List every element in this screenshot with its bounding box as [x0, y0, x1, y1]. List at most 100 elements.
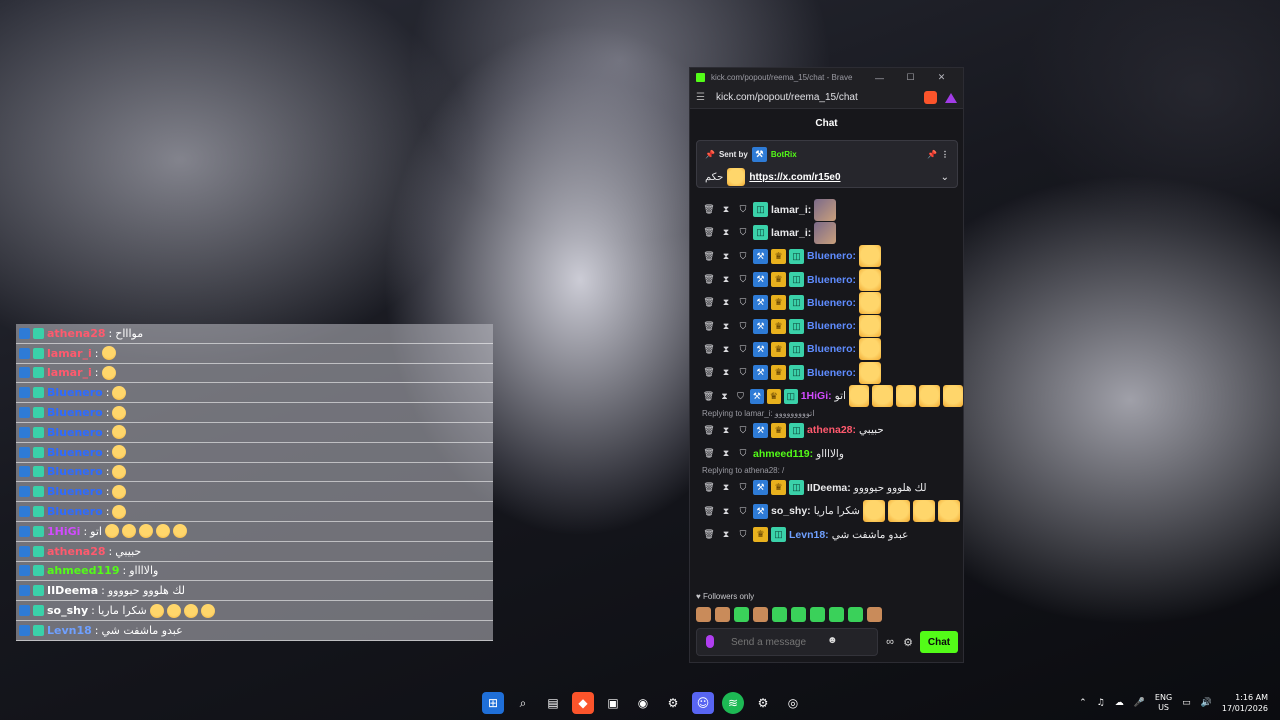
timeout-icon[interactable]: ⧗ [719, 274, 733, 285]
delete-icon[interactable]: 🗑 [702, 482, 716, 493]
emote-button[interactable] [848, 607, 863, 622]
file-explorer-icon[interactable]: ▤ [542, 692, 564, 714]
delete-icon[interactable]: 🗑 [702, 344, 716, 355]
emote-button[interactable] [772, 607, 787, 622]
chat-username[interactable]: Bluenero: [807, 250, 856, 262]
pinned-link[interactable]: https://x.com/r15e0 [749, 172, 840, 183]
brave-browser-icon[interactable]: ◆ [572, 692, 594, 714]
chat-username[interactable]: IIDeema: [807, 482, 851, 494]
chat-username[interactable]: ahmeed119: [753, 448, 813, 460]
chat-username[interactable]: Bluenero: [807, 343, 856, 355]
brave-rewards-icon[interactable] [945, 92, 957, 103]
ban-icon[interactable]: ⛉ [736, 251, 750, 262]
display-icon[interactable]: ▭ [1182, 698, 1191, 708]
emote-button[interactable] [829, 607, 844, 622]
delete-icon[interactable]: 🗑 [702, 227, 716, 238]
chevron-up-icon[interactable]: ⌃ [1079, 698, 1087, 708]
chat-username[interactable]: Bluenero: [807, 297, 856, 309]
settings-gear-icon[interactable]: ⚙ [902, 636, 914, 649]
chat-username[interactable]: 1HiGi: [801, 390, 832, 402]
search-icon[interactable]: ⌕ [512, 692, 534, 714]
chat-username[interactable]: Bluenero: [807, 320, 856, 332]
timeout-icon[interactable]: ⧗ [719, 204, 733, 215]
delete-icon[interactable]: 🗑 [702, 297, 716, 308]
ban-icon[interactable]: ⛉ [736, 506, 750, 517]
message-input[interactable] [696, 628, 878, 656]
ban-icon[interactable]: ⛉ [736, 482, 750, 493]
timeout-icon[interactable]: ⧗ [719, 482, 733, 493]
timeout-icon[interactable]: ⧗ [719, 367, 733, 378]
delete-icon[interactable]: 🗑 [702, 204, 716, 215]
obs-icon[interactable]: ◎ [782, 692, 804, 714]
timeout-icon[interactable]: ⧗ [719, 425, 733, 436]
emote-button[interactable] [810, 607, 825, 622]
mic-tray-icon[interactable]: 🎤 [1134, 698, 1145, 708]
site-settings-icon[interactable]: ☰ [696, 92, 710, 103]
reply-context[interactable]: Replying to athena28: / [690, 465, 963, 476]
chevron-down-icon[interactable]: ⌄ [941, 172, 949, 183]
mic-icon[interactable] [706, 635, 714, 648]
ban-icon[interactable]: ⛉ [736, 344, 750, 355]
delete-icon[interactable]: 🗑 [702, 321, 716, 332]
chat-username[interactable]: Bluenero: [807, 367, 856, 379]
send-chat-button[interactable]: Chat [920, 631, 958, 653]
ban-icon[interactable]: ⛉ [736, 448, 750, 459]
steam-icon[interactable]: ⚙ [662, 692, 684, 714]
address-bar[interactable]: ☰ kick.com/popout/reema_15/chat [690, 87, 963, 109]
cloud-icon[interactable]: ☁ [1115, 698, 1124, 708]
url-text[interactable]: kick.com/popout/reema_15/chat [716, 92, 924, 103]
timeout-icon[interactable]: ⧗ [719, 251, 733, 262]
start-menu-icon[interactable]: ⊞ [482, 692, 504, 714]
delete-icon[interactable]: 🗑 [702, 274, 716, 285]
app-icon[interactable]: ▣ [602, 692, 624, 714]
close-button[interactable]: ✕ [926, 72, 957, 83]
delete-icon[interactable]: 🗑 [702, 448, 716, 459]
maximize-button[interactable]: ☐ [895, 72, 926, 83]
timeout-icon[interactable]: ⧗ [719, 227, 733, 238]
timeout-icon[interactable]: ⧗ [719, 321, 733, 332]
volume-icon[interactable]: 🔊 [1201, 698, 1212, 708]
ban-icon[interactable]: ⛉ [736, 425, 750, 436]
more-options-icon[interactable]: ⋮ [941, 150, 949, 159]
ban-icon[interactable]: ⛉ [736, 529, 750, 540]
emoji-icon[interactable]: ☻ [827, 635, 838, 646]
ban-icon[interactable]: ⛉ [734, 391, 747, 402]
delete-icon[interactable]: 🗑 [702, 251, 716, 262]
reply-context[interactable]: Replying to lamar_i: اتووووووووو [690, 408, 963, 419]
delete-icon[interactable]: 🗑 [702, 367, 716, 378]
ban-icon[interactable]: ⛉ [736, 204, 750, 215]
edge-browser-icon[interactable]: ◉ [632, 692, 654, 714]
delete-icon[interactable]: 🗑 [702, 425, 716, 436]
brave-shields-icon[interactable] [924, 91, 937, 104]
steam-app-icon[interactable]: ⚙ [752, 692, 774, 714]
minimize-button[interactable]: — [864, 73, 895, 83]
chat-username[interactable]: Bluenero: [807, 274, 856, 286]
channel-points-icon[interactable]: ∞ [884, 636, 896, 648]
chat-username[interactable]: so_shy: [771, 505, 811, 517]
delete-icon[interactable]: 🗑 [702, 391, 715, 402]
language-indicator[interactable]: ENG US [1155, 693, 1172, 713]
discord-icon[interactable]: ☺ [692, 692, 714, 714]
delete-icon[interactable]: 🗑 [702, 506, 716, 517]
ban-icon[interactable]: ⛉ [736, 297, 750, 308]
timeout-icon[interactable]: ⧗ [719, 506, 733, 517]
ban-icon[interactable]: ⛉ [736, 227, 750, 238]
chat-username[interactable]: athena28: [807, 424, 856, 436]
delete-icon[interactable]: 🗑 [702, 529, 716, 540]
emote-button[interactable] [867, 607, 882, 622]
timeout-icon[interactable]: ⧗ [719, 297, 733, 308]
pinned-sender[interactable]: BotRix [771, 150, 797, 159]
ban-icon[interactable]: ⛉ [736, 367, 750, 378]
clock[interactable]: 1:16 AM 17/01/2026 [1222, 692, 1268, 714]
emote-button[interactable] [715, 607, 730, 622]
chat-username[interactable]: lamar_i: [771, 227, 811, 239]
chat-username[interactable]: lamar_i: [771, 204, 811, 216]
spotify-icon[interactable]: ≋ [722, 692, 744, 714]
emote-button[interactable] [791, 607, 806, 622]
timeout-icon[interactable]: ⧗ [718, 391, 731, 402]
ban-icon[interactable]: ⛉ [736, 274, 750, 285]
timeout-icon[interactable]: ⧗ [719, 529, 733, 540]
emote-button[interactable] [734, 607, 749, 622]
timeout-icon[interactable]: ⧗ [719, 448, 733, 459]
ban-icon[interactable]: ⛉ [736, 321, 750, 332]
